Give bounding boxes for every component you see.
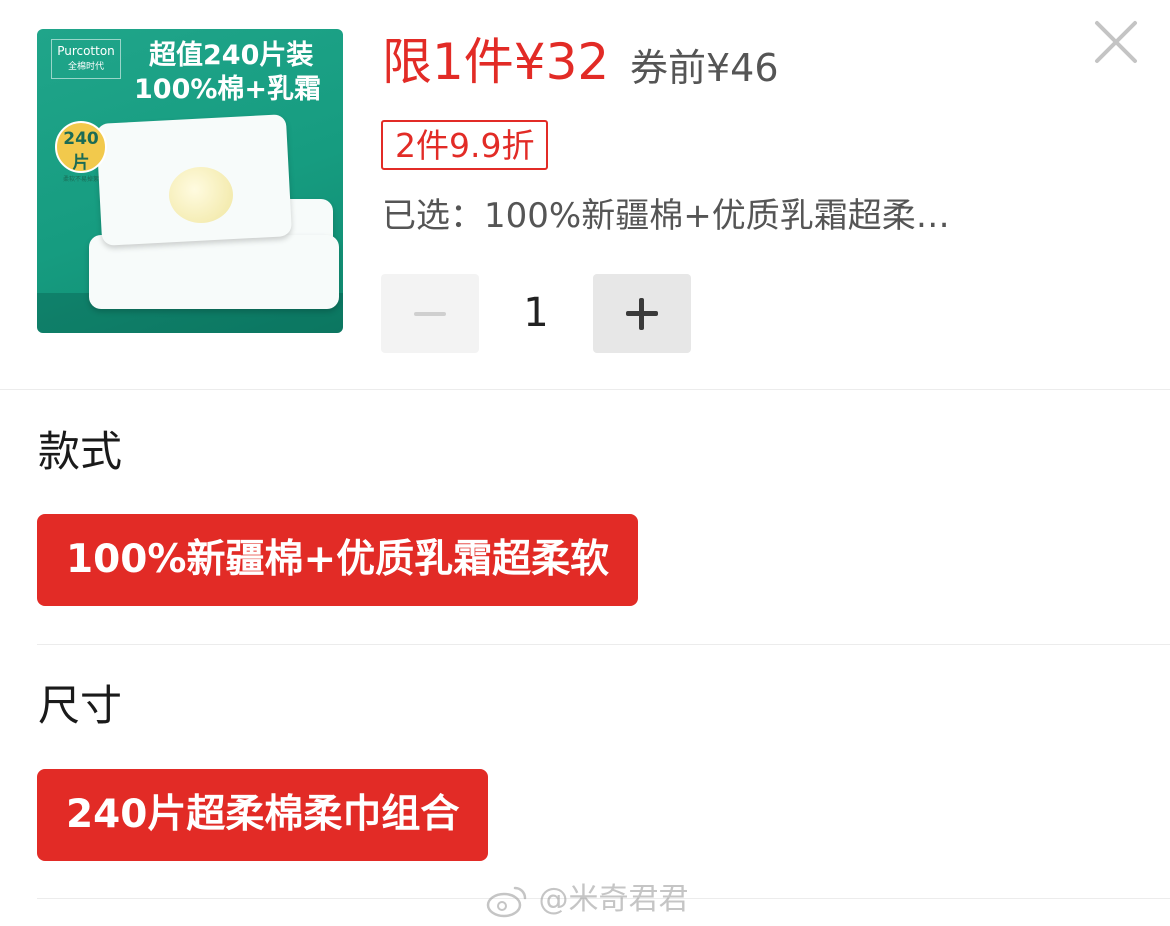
cotton-leaf-graphic <box>169 167 233 223</box>
quantity-increase-button[interactable] <box>593 274 691 353</box>
watermark-text: @米奇君君 <box>538 882 689 917</box>
product-image[interactable]: Purcotton 全棉时代 超值240片装 100%棉+乳霜 240片 柔软不… <box>37 29 343 333</box>
badge-text: 柔软不易掉絮 <box>62 176 99 183</box>
divider <box>0 389 1170 390</box>
close-icon <box>1095 21 1137 63</box>
image-headline-2: 100%棉+乳霜 <box>134 74 322 105</box>
wipes-pack-bottom <box>89 235 339 309</box>
selected-summary: 已选：100%新疆棉+优质乳霜超柔… <box>382 196 950 236</box>
brand-logo: Purcotton 全棉时代 <box>51 39 121 79</box>
section-title-size: 尺寸 <box>38 681 123 730</box>
option-size-selected[interactable]: 240片超柔棉柔巾组合 <box>37 769 489 861</box>
brand-name: Purcotton <box>57 44 115 58</box>
quantity-decrease-button[interactable] <box>381 274 479 353</box>
quantity-value[interactable]: 1 <box>479 274 593 353</box>
discount-tag: 2件9.9折 <box>381 120 549 170</box>
minus-icon <box>414 312 446 316</box>
divider <box>37 644 1170 645</box>
badge-count: 240片 <box>63 129 99 173</box>
section-title-style: 款式 <box>38 427 123 476</box>
price-before-coupon: 券前¥46 <box>630 46 779 90</box>
weibo-icon <box>486 886 527 917</box>
option-style-selected[interactable]: 100%新疆棉+优质乳霜超柔软 <box>37 514 639 606</box>
close-button[interactable] <box>1088 14 1144 70</box>
limited-price: 限1件¥32 <box>382 33 610 91</box>
watermark: @米奇君君 <box>485 878 689 922</box>
count-badge: 240片 柔软不易掉絮 <box>55 121 107 183</box>
brand-sub: 全棉时代 <box>67 62 104 72</box>
